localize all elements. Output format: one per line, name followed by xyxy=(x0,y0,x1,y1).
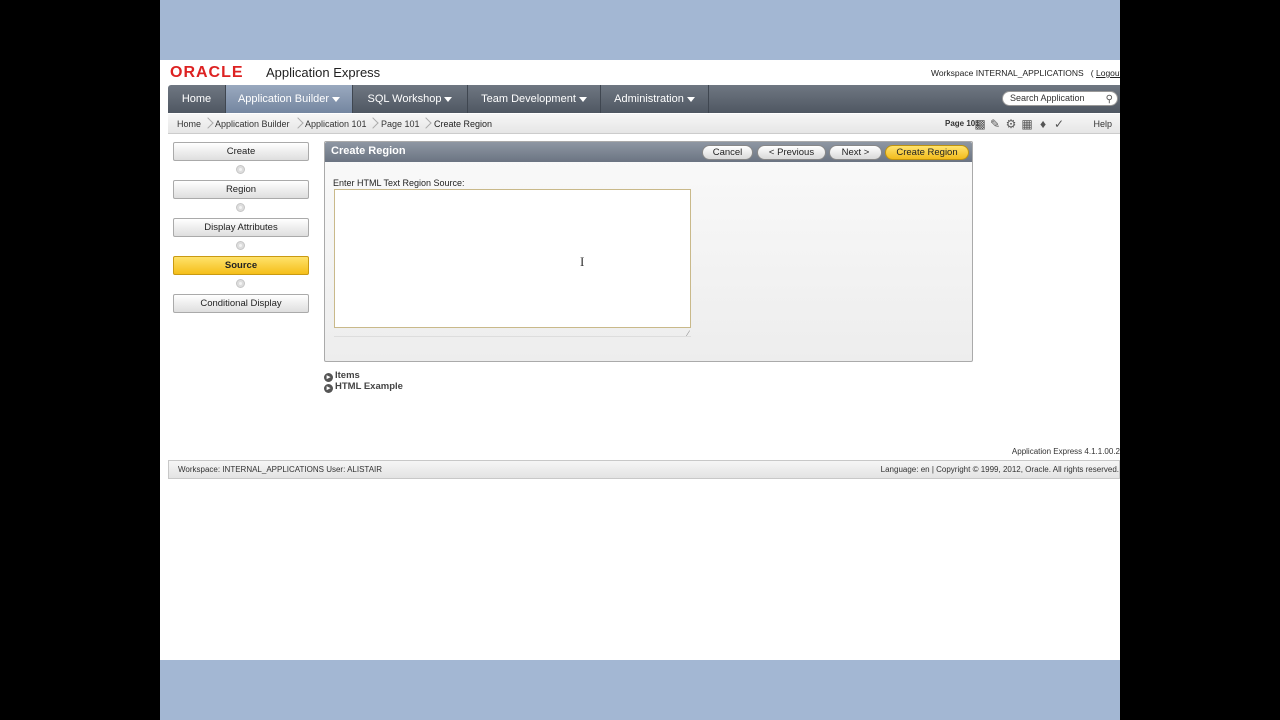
items-link-label: Items xyxy=(335,370,360,381)
footer-workspace-user: Workspace: INTERNAL_APPLICATIONS User: A… xyxy=(178,465,383,474)
step-connector-icon xyxy=(236,203,245,212)
product-name: Application Express xyxy=(266,65,381,80)
chevron-right-icon xyxy=(369,118,377,130)
breadcrumb-application-builder[interactable]: Application Builder xyxy=(215,114,290,134)
workspace-label: Workspace INTERNAL_APPLICATIONS xyxy=(930,68,1084,78)
version-label: Application Express 4.1.1.00.2 xyxy=(1011,447,1120,456)
tab-label: Application Builder xyxy=(237,93,330,105)
step-connector-icon xyxy=(236,241,245,250)
source-label: Enter HTML Text Region Source: xyxy=(333,178,465,188)
chevron-right-icon xyxy=(204,118,212,130)
wizard-step-create[interactable]: Create xyxy=(173,142,309,161)
tab-sql-workshop[interactable]: SQL Workshop xyxy=(353,85,468,113)
chevron-down-icon xyxy=(332,96,341,102)
breadcrumb-page-101[interactable]: Page 101 xyxy=(381,114,420,134)
step-label: Create xyxy=(226,146,256,157)
search-input[interactable]: Search Application ⚲ xyxy=(1002,91,1118,106)
previous-button[interactable]: < Previous xyxy=(757,145,826,160)
chevron-right-icon xyxy=(422,118,430,130)
text-cursor-icon: I xyxy=(580,254,585,269)
main-tab-bar: Home Application Builder SQL Workshop Te… xyxy=(168,85,1120,113)
step-connector-icon xyxy=(236,165,245,174)
bottom-frame-band xyxy=(160,660,1120,720)
comment-icon[interactable]: ♦ xyxy=(1036,117,1050,131)
breadcrumb-home[interactable]: Home xyxy=(177,114,201,134)
tab-administration[interactable]: Administration xyxy=(601,85,709,113)
lock-icon[interactable]: ▩ xyxy=(973,117,987,131)
oracle-logo: ORACLE xyxy=(170,64,244,81)
search-placeholder: Search Application xyxy=(1010,93,1085,103)
gear-icon[interactable]: ⚙ xyxy=(1004,117,1018,131)
expand-icon: ▸ xyxy=(324,384,333,393)
chevron-down-icon xyxy=(686,96,695,102)
breadcrumb-current: Create Region xyxy=(434,119,493,129)
region-title: Create Region xyxy=(331,145,406,157)
edit-page-icon[interactable]: ✎ xyxy=(988,117,1002,131)
chevron-down-icon xyxy=(444,96,453,102)
html-example-link[interactable]: ▸ HTML Example xyxy=(324,381,403,393)
tab-team-development[interactable]: Team Development xyxy=(468,85,601,113)
search-icon[interactable]: ⚲ xyxy=(1106,93,1113,106)
breadcrumb: Home Application Builder Application 101… xyxy=(168,114,1120,134)
wizard-step-conditional-display[interactable]: Conditional Display xyxy=(173,294,309,313)
wizard-step-source[interactable]: Source xyxy=(173,256,309,275)
tab-application-builder[interactable]: Application Builder xyxy=(226,85,353,113)
wizard-step-display-attributes[interactable]: Display Attributes xyxy=(173,218,309,237)
textarea-resize-bar: ∕ xyxy=(334,330,691,338)
top-frame-band xyxy=(160,0,1120,60)
logout-link[interactable]: Logout xyxy=(1096,68,1120,78)
step-connector-icon xyxy=(236,279,245,288)
check-icon[interactable]: ✓ xyxy=(1052,117,1066,131)
chevron-down-icon xyxy=(578,96,587,102)
tab-home[interactable]: Home xyxy=(168,85,226,113)
step-label: Conditional Display xyxy=(200,298,282,309)
app-header: ORACLE Application Express Workspace INT… xyxy=(160,60,1120,85)
footer-bar: Workspace: INTERNAL_APPLICATIONS User: A… xyxy=(168,460,1120,479)
cancel-button[interactable]: Cancel xyxy=(702,145,753,160)
source-textarea[interactable] xyxy=(334,189,691,328)
help-link[interactable]: Help xyxy=(1093,114,1112,134)
tab-label: Administration xyxy=(614,93,684,105)
workspace-info: Workspace INTERNAL_APPLICATIONS ( Logout xyxy=(930,68,1120,78)
tab-label: Home xyxy=(181,93,212,105)
breadcrumb-application-101[interactable]: Application 101 xyxy=(305,114,367,134)
step-label: Source xyxy=(224,260,258,271)
wizard-step-region[interactable]: Region xyxy=(173,180,309,199)
html-example-label: HTML Example xyxy=(335,381,403,392)
tab-label: Team Development xyxy=(481,93,576,105)
tab-label: SQL Workshop xyxy=(367,93,442,105)
app-window: ORACLE Application Express Workspace INT… xyxy=(160,0,1120,720)
step-label: Display Attributes xyxy=(204,222,278,233)
footer-copyright: Language: en | Copyright © 1999, 2012, O… xyxy=(880,465,1119,474)
next-button[interactable]: Next > xyxy=(829,145,882,160)
resize-grip-icon[interactable]: ∕ xyxy=(688,330,689,338)
step-label: Region xyxy=(225,184,257,195)
grid-icon[interactable]: ▦ xyxy=(1020,117,1034,131)
region-header: Create Region Cancel < Previous Next > C… xyxy=(325,142,972,162)
create-region-button[interactable]: Create Region xyxy=(885,145,969,160)
chevron-right-icon xyxy=(294,118,302,130)
create-region-panel: Create Region Cancel < Previous Next > C… xyxy=(324,141,973,362)
